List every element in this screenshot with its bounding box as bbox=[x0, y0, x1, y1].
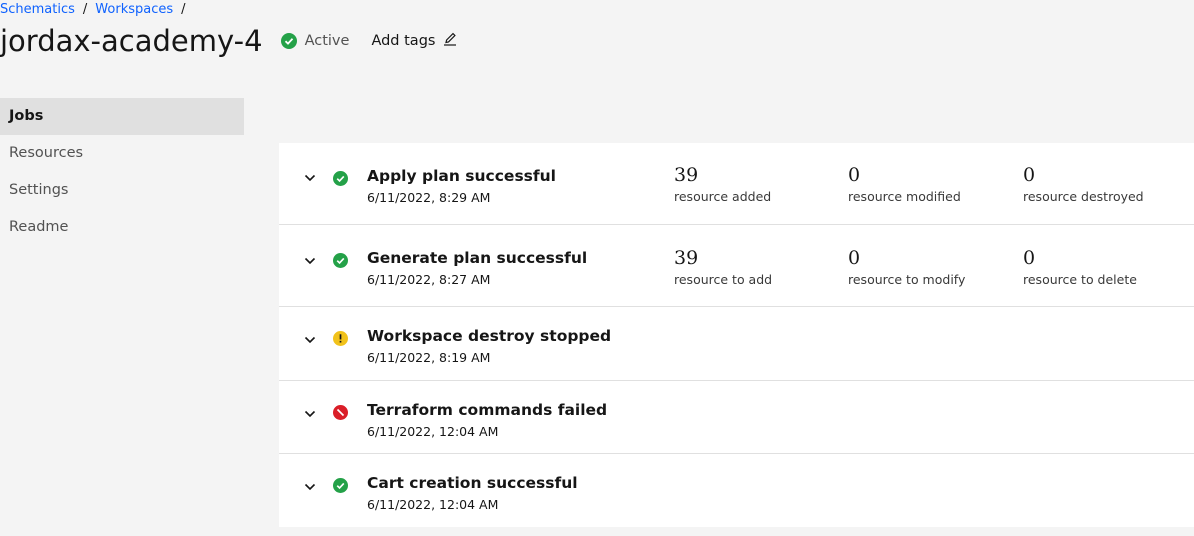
breadcrumb-separator: / bbox=[82, 2, 88, 17]
chevron-down-icon[interactable] bbox=[303, 170, 317, 184]
warning-filled-icon bbox=[333, 331, 348, 350]
nav-item-settings[interactable]: Settings bbox=[0, 172, 244, 209]
metric-value: 39 bbox=[674, 247, 699, 269]
metric-resource-to-modify: 0 resource to modify bbox=[848, 247, 965, 287]
metric-resource-modified: 0 resource modified bbox=[848, 164, 961, 204]
job-title: Workspace destroy stopped bbox=[367, 327, 612, 345]
checkmark-filled-icon bbox=[333, 478, 348, 497]
breadcrumb-separator: / bbox=[181, 2, 186, 17]
error-filled-icon bbox=[333, 405, 348, 424]
checkmark-filled-icon bbox=[280, 33, 297, 49]
metric-value: 0 bbox=[1023, 247, 1036, 269]
job-row[interactable]: Generate plan successful 6/11/2022, 8:27… bbox=[279, 225, 1194, 307]
chevron-down-icon[interactable] bbox=[303, 253, 317, 267]
metric-value: 39 bbox=[674, 164, 699, 186]
job-date: 6/11/2022, 12:04 AM bbox=[367, 424, 499, 439]
metric-label: resource to add bbox=[674, 272, 773, 287]
status-indicator: Active bbox=[280, 33, 350, 49]
job-row[interactable]: Cart creation successful 6/11/2022, 12:0… bbox=[279, 454, 1194, 527]
chevron-down-icon[interactable] bbox=[303, 479, 317, 493]
job-row[interactable]: Workspace destroy stopped 6/11/2022, 8:1… bbox=[279, 307, 1194, 381]
metric-label: resource to delete bbox=[1023, 272, 1137, 287]
edit-icon bbox=[442, 31, 458, 51]
job-title: Terraform commands failed bbox=[367, 401, 608, 419]
chevron-down-icon[interactable] bbox=[303, 332, 317, 346]
job-date: 6/11/2022, 8:29 AM bbox=[367, 190, 491, 205]
nav-item-jobs[interactable]: Jobs bbox=[0, 98, 244, 135]
job-row[interactable]: Apply plan successful 6/11/2022, 8:29 AM… bbox=[279, 143, 1194, 225]
job-row[interactable]: Terraform commands failed 6/11/2022, 12:… bbox=[279, 381, 1194, 454]
job-title: Apply plan successful bbox=[367, 167, 556, 185]
chevron-down-icon[interactable] bbox=[303, 406, 317, 420]
breadcrumb-link-workspaces[interactable]: Workspaces bbox=[95, 2, 173, 17]
metric-label: resource destroyed bbox=[1023, 189, 1144, 204]
add-tags-label: Add tags bbox=[371, 33, 436, 49]
breadcrumb-link-schematics[interactable]: Schematics bbox=[0, 2, 75, 17]
metric-value: 0 bbox=[1023, 164, 1036, 186]
add-tags-button[interactable]: Add tags bbox=[371, 31, 458, 51]
job-title: Cart creation successful bbox=[367, 474, 578, 492]
checkmark-filled-icon bbox=[333, 253, 348, 272]
checkmark-filled-icon bbox=[333, 171, 348, 190]
job-date: 6/11/2022, 12:04 AM bbox=[367, 497, 499, 512]
nav-item-resources[interactable]: Resources bbox=[0, 135, 244, 172]
metric-value: 0 bbox=[848, 164, 861, 186]
metric-label: resource added bbox=[674, 189, 772, 204]
status-label: Active bbox=[304, 33, 350, 49]
job-title: Generate plan successful bbox=[367, 249, 588, 267]
job-date: 6/11/2022, 8:27 AM bbox=[367, 272, 491, 287]
metric-resource-to-delete: 0 resource to delete bbox=[1023, 247, 1137, 287]
metric-label: resource modified bbox=[848, 189, 961, 204]
breadcrumb: Schematics / Workspaces / bbox=[0, 2, 186, 17]
metric-resource-to-add: 39 resource to add bbox=[674, 247, 772, 287]
side-navigation: Jobs Resources Settings Readme bbox=[0, 98, 244, 246]
metric-resource-destroyed: 0 resource destroyed bbox=[1023, 164, 1144, 204]
metric-value: 0 bbox=[848, 247, 861, 269]
job-date: 6/11/2022, 8:19 AM bbox=[367, 350, 491, 365]
page-header: jordax-academy-4 Active Add tags bbox=[0, 24, 458, 58]
page-title: jordax-academy-4 bbox=[0, 24, 263, 58]
nav-item-readme[interactable]: Readme bbox=[0, 209, 244, 246]
metric-label: resource to modify bbox=[848, 272, 966, 287]
jobs-list: Apply plan successful 6/11/2022, 8:29 AM… bbox=[279, 143, 1194, 527]
metric-resource-added: 39 resource added bbox=[674, 164, 771, 204]
